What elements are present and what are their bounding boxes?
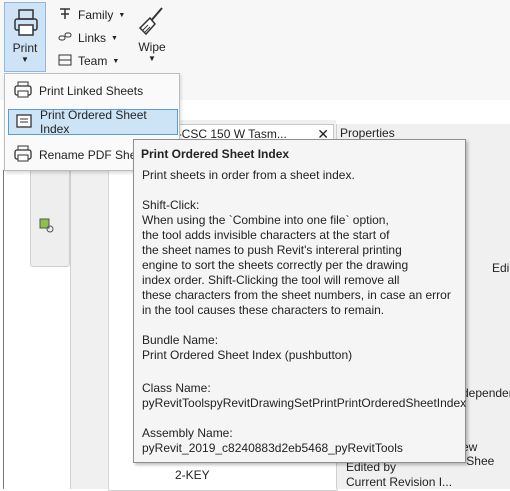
tooltip-line: the sheet names to push Revit's interera… <box>142 243 402 257</box>
tooltip-description: Print sheets in order from a sheet index… <box>142 168 355 182</box>
tooltip-bundle-value: Print Ordered Sheet Index (pushbutton) <box>142 348 353 362</box>
edit-type-button[interactable]: Edi <box>492 261 509 275</box>
family-button[interactable]: Family ▼ <box>58 5 125 25</box>
print-label: Print <box>12 41 38 55</box>
tooltip-title: Print Ordered Sheet Index <box>141 147 290 161</box>
tooltip-line: the tool adds invisible characters at th… <box>142 228 390 242</box>
team-label: Team <box>78 54 108 68</box>
tooltip-bundle-label: Bundle Name: <box>142 333 219 347</box>
tooltip: Print Ordered Sheet Index Print sheets i… <box>133 139 466 463</box>
menu-item-label: Print Linked Sheets <box>39 84 144 98</box>
chevron-down-icon: ▼ <box>118 11 126 19</box>
menu-item-print-ordered-sheet-index[interactable]: Print Ordered Sheet Index <box>8 108 178 136</box>
family-icon <box>58 7 78 24</box>
printer-link-icon <box>8 81 39 102</box>
chevron-down-icon: ▼ <box>111 34 118 42</box>
tooltip-assembly-label: Assembly Name: <box>142 426 233 440</box>
links-button[interactable]: Links ▼ <box>58 28 118 48</box>
team-button[interactable]: Team ▼ <box>58 51 119 71</box>
tooltip-line: When using the `Combine into one file` o… <box>142 213 389 227</box>
menu-item-label: Print Ordered Sheet Index <box>40 108 147 136</box>
link-icon <box>58 30 78 47</box>
sheet-index-icon <box>9 112 40 133</box>
chevron-down-icon: ▼ <box>112 57 120 65</box>
chevron-down-icon: ▼ <box>148 54 156 63</box>
tooltip-line: Shift-Click: <box>142 198 200 212</box>
printer-icon <box>13 9 39 40</box>
tooltip-assembly-value: pyRevit_2019_c8240883d2eb5468_pyRevitToo… <box>142 441 403 455</box>
zoom-icon[interactable] <box>39 218 55 237</box>
tooltip-line: in the tool causes these characters to r… <box>142 303 385 317</box>
broom-icon <box>138 6 166 39</box>
tooltip-line: index order. Shift-Clicking the tool wil… <box>142 273 400 287</box>
wipe-label: Wipe <box>138 40 166 54</box>
print-button[interactable]: Print ▼ <box>4 2 46 72</box>
property-value: dependen <box>462 386 510 400</box>
properties-title: Properties <box>340 126 395 140</box>
links-label: Links <box>78 31 107 45</box>
family-label: Family <box>78 8 114 22</box>
tooltip-line: these characters from the sheet numbers,… <box>142 288 451 302</box>
property-label: Current Revision I... <box>346 475 453 489</box>
tooltip-class-label: Class Name: <box>142 381 211 395</box>
menu-item-print-linked-sheets[interactable]: Print Linked Sheets <box>8 78 178 104</box>
team-icon <box>58 53 78 70</box>
left-frame <box>0 170 4 489</box>
property-value: ew "Shee <box>462 440 495 468</box>
wipe-button[interactable]: Wipe ▼ <box>130 2 174 72</box>
tree-item[interactable]: 2-KEY <box>175 468 210 482</box>
chevron-down-icon: ▼ <box>21 55 29 64</box>
printer-icon <box>8 145 39 166</box>
tooltip-line: engine to sort the sheets correctly per … <box>142 258 409 272</box>
navigation-bar[interactable] <box>30 165 70 267</box>
tooltip-class-value: pyRevitToolspyRevitDrawingSetPrintPrintO… <box>142 396 467 410</box>
